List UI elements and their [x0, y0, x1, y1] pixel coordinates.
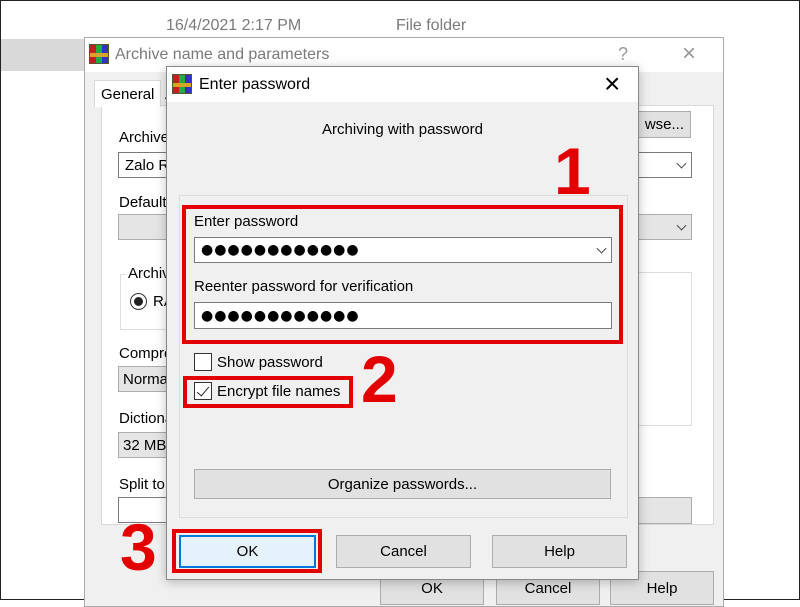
default-label: Default: [119, 194, 167, 211]
organize-passwords-button[interactable]: Organize passwords...: [194, 469, 611, 499]
annotation-step-3: 3: [120, 510, 157, 584]
chevron-down-icon: [676, 158, 687, 169]
cancel-button[interactable]: Cancel: [336, 535, 471, 568]
browse-label: wse...: [644, 116, 684, 133]
close-icon[interactable]: ×: [682, 40, 696, 68]
compression-label: Compre: [119, 345, 173, 362]
explorer-row-highlight: [1, 39, 91, 71]
winrar-icon: [89, 44, 109, 64]
tab-general[interactable]: General: [94, 80, 161, 107]
archive-dialog-title: Archive name and parameters: [115, 46, 330, 63]
archive-name-value: Zalo R: [125, 157, 170, 174]
file-type: File folder: [396, 17, 467, 34]
dictionary-value: 32 MB: [123, 437, 167, 454]
split-label: Split to: [119, 476, 165, 493]
file-date: 16/4/2021 2:17 PM: [166, 17, 302, 34]
options-list[interactable]: [637, 272, 692, 426]
tab-general-label: General: [101, 86, 155, 103]
archive-name-label: Archive: [119, 129, 170, 146]
help-icon[interactable]: ?: [618, 44, 628, 65]
annotation-step-1: 1: [554, 134, 591, 208]
compression-value: Norma: [123, 371, 169, 388]
annotation-box-ok: [172, 529, 322, 573]
winrar-icon: [172, 74, 192, 94]
rar-radio[interactable]: [130, 293, 147, 310]
show-password-label: Show password: [217, 354, 323, 371]
format-group-label: Archiv: [126, 265, 172, 282]
split-combo-right[interactable]: [637, 497, 692, 524]
annotation-box-encrypt: [183, 376, 353, 408]
show-password-checkbox[interactable]: [194, 353, 212, 371]
chevron-down-icon: [676, 220, 687, 231]
password-dialog-title: Enter password: [199, 76, 311, 93]
close-icon[interactable]: ×: [604, 68, 620, 100]
help-button[interactable]: Help: [492, 535, 627, 568]
annotation-step-2: 2: [361, 342, 398, 416]
annotation-box-passwords: [182, 205, 623, 344]
